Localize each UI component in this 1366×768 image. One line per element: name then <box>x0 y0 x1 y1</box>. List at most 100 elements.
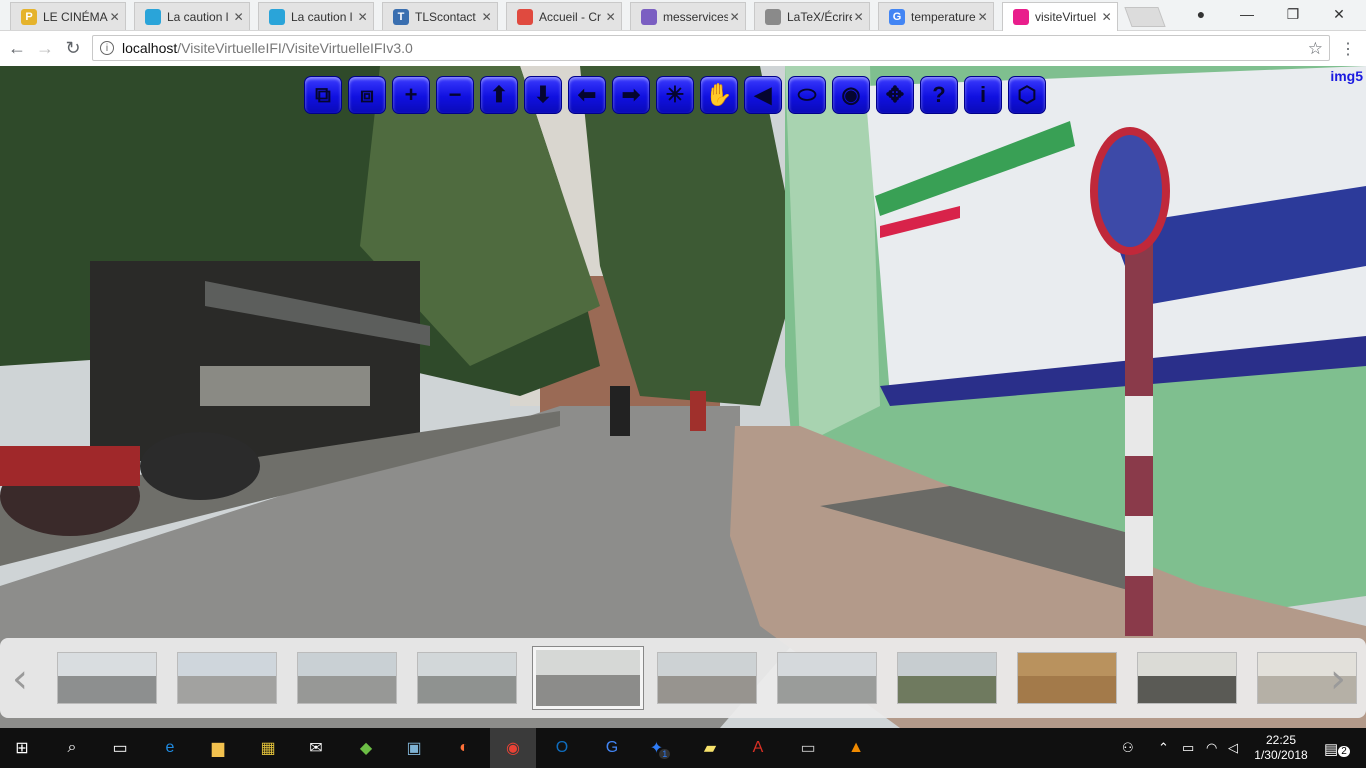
browser-menu-icon[interactable]: ⋮ <box>1340 39 1356 59</box>
notifications-icon[interactable]: ▤ 2 <box>1324 740 1350 758</box>
store-icon[interactable]: ▦ <box>254 734 282 762</box>
fullscreen-enter-icon: ⧉ <box>315 82 331 107</box>
hand-drag-button[interactable]: ✋ <box>700 76 738 114</box>
thumbnail[interactable] <box>297 652 397 704</box>
file-explorer-icon[interactable]: ▆ <box>204 734 232 762</box>
zoom-in-button[interactable]: + <box>392 76 430 114</box>
move-right-button[interactable]: ➡ <box>612 76 650 114</box>
thumbnail[interactable] <box>1017 652 1117 704</box>
tab-favicon-icon <box>765 8 781 25</box>
tab-close-icon[interactable]: ✕ <box>356 10 369 24</box>
outlook-icon[interactable]: O <box>548 734 576 762</box>
thumbnail[interactable] <box>657 652 757 704</box>
thumbnail-selected[interactable] <box>532 646 644 710</box>
browser-tab[interactable]: messervices ✕ <box>630 2 746 30</box>
fullscreen-enter-button[interactable]: ⧉ <box>304 76 342 114</box>
mail-icon[interactable]: ✉ <box>302 734 330 762</box>
browser-tab[interactable]: P LE CINÉMA ✕ <box>10 2 126 30</box>
audio-play-icon: ◉ <box>841 82 861 107</box>
edge-icon[interactable]: e <box>156 734 184 762</box>
browser-tab[interactable]: La caution l ✕ <box>134 2 250 30</box>
move-left-button[interactable]: ⬅ <box>568 76 606 114</box>
zoom-out-icon: − <box>448 82 462 107</box>
reload-button[interactable]: ↻ <box>62 37 84 59</box>
chrome-icon[interactable]: ◉ <box>490 728 536 768</box>
move-left-icon: ⬅ <box>577 82 597 107</box>
zoom-out-button[interactable]: − <box>436 76 474 114</box>
thumbnail[interactable] <box>417 652 517 704</box>
autorotate-button[interactable]: ✳ <box>656 76 694 114</box>
thumbnail[interactable] <box>57 652 157 704</box>
people-icon[interactable]: ⚇ <box>1122 740 1134 756</box>
acrobat-icon[interactable]: A <box>744 734 772 762</box>
start-icon[interactable]: ⊞ <box>8 734 36 762</box>
browser-tab[interactable]: LaTeX/Écrire ✕ <box>754 2 870 30</box>
search-icon[interactable]: ⌕ <box>58 734 86 762</box>
firefox-icon[interactable]: ◐ <box>450 734 478 762</box>
tab-close-icon[interactable]: ✕ <box>728 10 741 24</box>
vlc-icon[interactable]: ▲ <box>842 734 870 762</box>
thumbnail[interactable] <box>177 652 277 704</box>
thumbnails-prev-arrow-icon[interactable]: ‹ <box>12 656 28 702</box>
sticky-notes-icon[interactable]: ▰ <box>696 734 724 762</box>
tab-close-icon[interactable]: ✕ <box>1100 10 1113 24</box>
back-button[interactable]: ← <box>6 37 28 59</box>
panorama-image[interactable] <box>0 66 1366 728</box>
tab-close-icon[interactable]: ✕ <box>604 10 617 24</box>
thumbnails-next-arrow-icon[interactable]: › <box>1330 656 1346 702</box>
info-icon[interactable]: i <box>100 41 114 55</box>
clock-date: 1/30/2018 <box>1254 748 1308 762</box>
terminal-icon[interactable]: ▭ <box>794 734 822 762</box>
hotspots-button[interactable]: ⬭ <box>788 76 826 114</box>
clock[interactable]: 22:25 1/30/2018 <box>1248 733 1314 763</box>
browser-tab[interactable]: visiteVirtuel ✕ <box>1002 2 1118 31</box>
google-app-icon[interactable]: G <box>598 734 626 762</box>
photos-icon[interactable]: ▣ <box>400 734 428 762</box>
url-host: localhost <box>122 40 178 56</box>
browser-tab[interactable]: La caution l ✕ <box>258 2 374 30</box>
browser-tab[interactable]: T TLScontact ✕ <box>382 2 498 30</box>
task-view-icon[interactable]: ▭ <box>106 734 134 762</box>
browser-tab[interactable]: Accueil - Cr ✕ <box>506 2 622 30</box>
hotspots-icon: ⬭ <box>797 82 817 107</box>
tab-close-icon[interactable]: ✕ <box>976 10 989 24</box>
move-up-icon: ⬆ <box>489 82 509 107</box>
browser-tab[interactable]: Gtemperature ✕ <box>878 2 994 30</box>
sound-button[interactable]: ◀ <box>744 76 782 114</box>
tab-title: La caution l <box>291 9 353 24</box>
tray-chevron-icon[interactable]: ⌃ <box>1158 740 1169 756</box>
address-bar[interactable]: i localhost/VisiteVirtuelleIFI/VisiteVir… <box>92 35 1330 61</box>
audio-play-button[interactable]: ◉ <box>832 76 870 114</box>
tab-close-icon[interactable]: ✕ <box>480 10 493 24</box>
url-text[interactable]: localhost/VisiteVirtuelleIFI/VisiteVirtu… <box>122 40 413 56</box>
volume-icon[interactable]: ◁ <box>1228 740 1238 756</box>
minimize-button[interactable]: — <box>1224 0 1270 28</box>
bluestacks-icon[interactable]: ◆ <box>352 734 380 762</box>
wifi-icon[interactable]: ◠ <box>1206 740 1217 756</box>
restore-button[interactable]: ❐ <box>1270 0 1316 28</box>
fullscreen-exit-button[interactable]: ⧈ <box>348 76 386 114</box>
help-button[interactable]: ? <box>920 76 958 114</box>
bookmark-star-icon[interactable]: ☆ <box>1308 39 1323 59</box>
close-window-button[interactable]: ✕ <box>1316 0 1362 28</box>
info-button[interactable]: i <box>964 76 1002 114</box>
thumbnail[interactable] <box>897 652 997 704</box>
thumbnail[interactable] <box>1137 652 1237 704</box>
move-down-button[interactable]: ⬇ <box>524 76 562 114</box>
battery-icon[interactable]: ▭ <box>1182 740 1194 756</box>
profile-icon[interactable]: ● <box>1178 0 1224 28</box>
move-up-button[interactable]: ⬆ <box>480 76 518 114</box>
move-right-icon: ➡ <box>621 82 641 107</box>
tab-close-icon[interactable]: ✕ <box>852 10 865 24</box>
tab-close-icon[interactable]: ✕ <box>232 10 245 24</box>
move-down-icon: ⬇ <box>533 82 553 107</box>
sound-icon: ◀ <box>754 82 772 107</box>
fit-screen-button[interactable]: ✥ <box>876 76 914 114</box>
tab-close-icon[interactable]: ✕ <box>108 10 121 24</box>
messenger-icon[interactable]: ✦ 1 <box>646 734 674 762</box>
new-tab-button[interactable] <box>1124 7 1166 27</box>
forward-button[interactable]: → <box>34 37 56 59</box>
vr-mode-button[interactable]: ⬡ <box>1008 76 1046 114</box>
thumbnail[interactable] <box>777 652 877 704</box>
panorama-viewer[interactable]: img5 ⧉ ⧈ + − ⬆ ⬇ ⬅ ➡ ✳ ✋ ◀ ⬭ ◉ ✥? i ⬡ ‹ › <box>0 66 1366 728</box>
